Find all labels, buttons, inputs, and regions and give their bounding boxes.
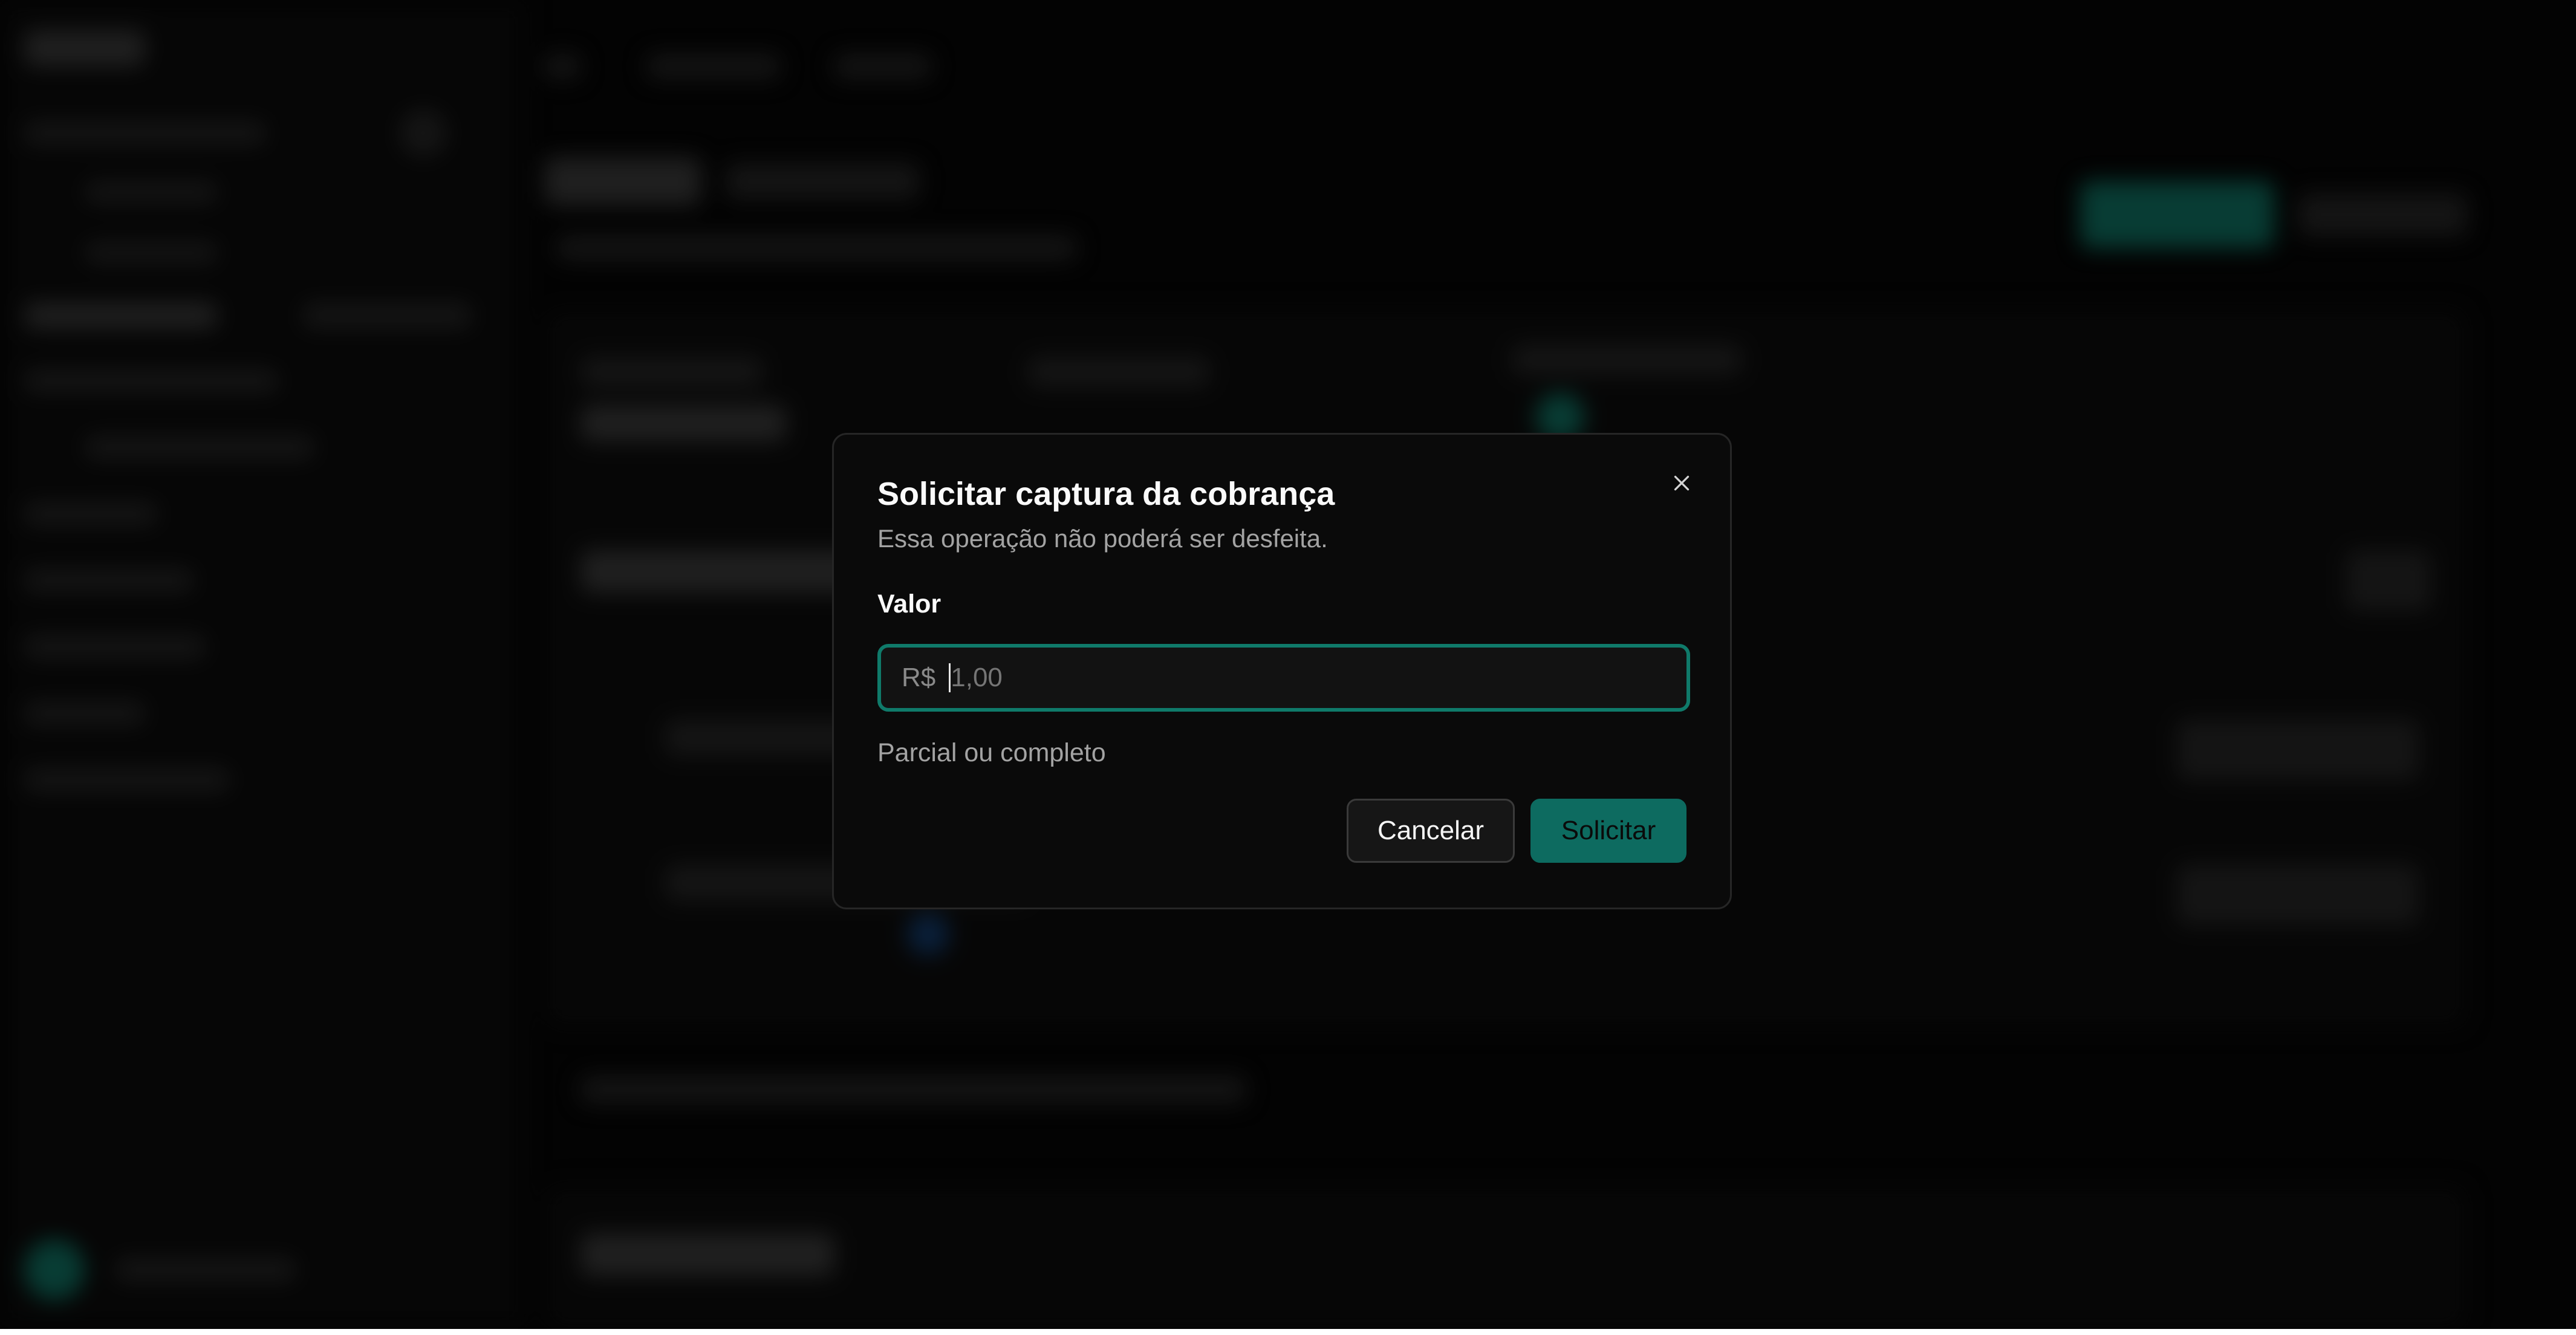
app-window: Solicitar captura da cobrança Essa opera…	[0, 0, 2576, 1329]
amount-label: Valor	[877, 590, 942, 619]
cancel-button[interactable]: Cancelar	[1347, 799, 1515, 863]
capture-charge-dialog: Solicitar captura da cobrança Essa opera…	[832, 433, 1732, 909]
amount-input[interactable]	[951, 663, 1616, 693]
submit-button[interactable]: Solicitar	[1530, 799, 1686, 863]
close-icon	[1674, 475, 1690, 491]
amount-hint: Parcial ou completo	[877, 738, 1106, 767]
currency-prefix: R$	[902, 663, 936, 692]
dialog-actions: Cancelar Solicitar	[1347, 799, 1686, 863]
close-button[interactable]	[1665, 466, 1699, 500]
dialog-title: Solicitar captura da cobrança	[877, 476, 1335, 512]
amount-field[interactable]: R$	[877, 644, 1690, 712]
dialog-description: Essa operação não poderá ser desfeita.	[877, 524, 1328, 553]
